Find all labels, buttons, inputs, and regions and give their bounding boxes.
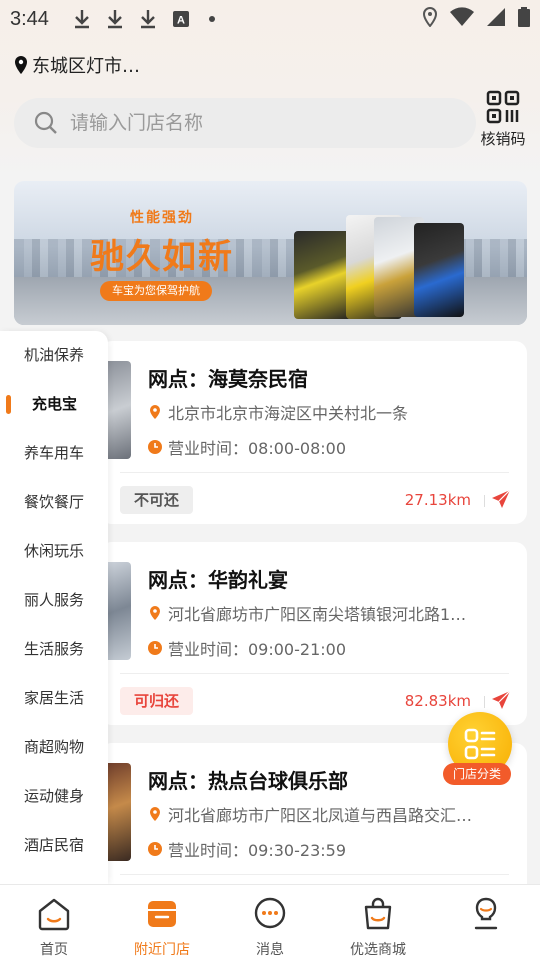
message-icon: [251, 895, 289, 933]
store-category-label[interactable]: 门店分类: [443, 763, 512, 785]
category-item-active[interactable]: 充电宝: [0, 380, 108, 429]
store-hours-text: 营业时间：09:00-21:00: [168, 640, 346, 659]
clock-icon: [148, 641, 162, 655]
download-icon: [104, 8, 126, 30]
a-box-icon: A: [170, 8, 192, 30]
category-item[interactable]: 家居生活: [0, 674, 108, 723]
store-address: 河北省廊坊市广阳区北凤道与西昌路交汇…: [148, 802, 508, 826]
tab-nearby-stores-label: 附近门店: [134, 942, 190, 958]
location-label: 东城区灯市…: [32, 56, 140, 77]
clock-icon: [148, 440, 162, 454]
store-name: 网点：华韵礼宴: [148, 568, 288, 592]
store-name: 网点：海莫奈民宿: [148, 367, 308, 391]
profile-icon: [467, 895, 505, 933]
store-distance: 27.13km: [404, 491, 471, 509]
category-item[interactable]: 生活服务: [0, 625, 108, 674]
category-item[interactable]: 餐饮餐厅: [0, 478, 108, 527]
return-status-badge: 不可还: [120, 486, 194, 514]
download-icon: [137, 8, 159, 30]
oil-can-image: [414, 223, 464, 317]
category-sidebar: 机油保养 充电宝 养车用车 餐饮餐厅 休闲玩乐 丽人服务 生活服务 家居生活 商…: [0, 331, 108, 884]
location-pin-icon: [150, 606, 160, 620]
qr-code-icon: [486, 90, 520, 124]
bottom-tab-bar: 首页 附近门店 消息 优选商城: [0, 884, 540, 960]
return-status-badge: 可归还: [120, 687, 194, 715]
distance-separator: [484, 696, 485, 708]
navigate-icon[interactable]: [491, 690, 511, 710]
wifi-icon: [450, 6, 474, 32]
category-item[interactable]: 养车用车: [0, 429, 108, 478]
category-item[interactable]: 商超购物: [0, 723, 108, 772]
verify-code-label: 核销码: [480, 130, 526, 148]
store-hours: 营业时间：09:00-21:00: [148, 636, 508, 660]
tab-mall-label: 优选商城: [350, 942, 406, 958]
store-card[interactable]: 网点：华韵礼宴 河北省廊坊市广阳区南尖塔镇银河北路1… 营业时间：09:00-2…: [100, 542, 527, 725]
card-divider: [120, 874, 509, 875]
tab-home-label: 首页: [40, 942, 68, 958]
category-item[interactable]: 休闲玩乐: [0, 527, 108, 576]
category-item[interactable]: 酒店民宿: [0, 821, 108, 870]
store-address-text: 河北省廊坊市广阳区南尖塔镇银河北路1…: [168, 605, 467, 624]
store-name: 网点：热点台球俱乐部: [148, 769, 348, 793]
store-address-text: 河北省廊坊市广阳区北凤道与西昌路交汇…: [168, 806, 473, 825]
verify-code-button[interactable]: 核销码: [476, 90, 530, 149]
download-icon: [71, 8, 93, 30]
svg-text:A: A: [177, 15, 185, 27]
store-address-text: 北京市北京市海淀区中关村北一条: [168, 404, 409, 423]
banner-tag: 性能强劲: [130, 210, 194, 226]
location-pin-icon: [150, 405, 160, 419]
location-icon: [422, 6, 438, 32]
home-icon: [35, 895, 73, 933]
oil-can-image: [294, 231, 352, 319]
card-divider: [120, 472, 509, 473]
location-selector[interactable]: 东城区灯市…: [14, 52, 140, 78]
banner-title: 驰久如新: [90, 237, 234, 277]
store-address: 北京市北京市海淀区中关村北一条: [148, 400, 508, 424]
tab-home[interactable]: 首页: [0, 885, 108, 960]
tab-nearby-stores[interactable]: 附近门店: [108, 885, 216, 960]
clock-icon: [148, 842, 162, 856]
category-item[interactable]: 运动健身: [0, 772, 108, 821]
category-grid-icon: [464, 728, 496, 760]
search-bar[interactable]: [14, 98, 476, 148]
store-hours: 营业时间：08:00-08:00: [148, 435, 508, 459]
tab-messages-label: 消息: [256, 942, 284, 958]
store-icon: [143, 895, 181, 933]
banner-slogan: 车宝为您保驾护航: [100, 281, 212, 301]
promo-banner[interactable]: 性能强劲 驰久如新 车宝为您保驾护航: [14, 181, 527, 325]
location-pin-icon: [15, 56, 27, 74]
status-time: 3:44: [10, 7, 49, 30]
store-hours: 营业时间：09:30-23:59: [148, 837, 508, 861]
tab-messages[interactable]: 消息: [216, 885, 324, 960]
search-input[interactable]: [70, 112, 430, 134]
card-divider: [120, 673, 509, 674]
store-hours-text: 营业时间：09:30-23:59: [168, 841, 346, 860]
search-icon: [34, 111, 57, 134]
signal-icon: [486, 7, 506, 32]
location-pin-icon: [150, 807, 160, 821]
store-card[interactable]: 网点：海莫奈民宿 北京市北京市海淀区中关村北一条 营业时间：08:00-08:0…: [100, 341, 527, 524]
tab-profile[interactable]: [432, 885, 540, 960]
battery-icon: [518, 6, 530, 32]
store-hours-text: 营业时间：08:00-08:00: [168, 439, 346, 458]
store-distance: 82.83km: [404, 692, 471, 710]
category-item[interactable]: 丽人服务: [0, 576, 108, 625]
distance-separator: [484, 495, 485, 507]
status-bar: 3:44 A: [0, 0, 540, 38]
dot-icon: [208, 16, 215, 22]
shopping-bag-icon: [359, 895, 397, 933]
navigate-icon[interactable]: [491, 489, 511, 509]
store-address: 河北省廊坊市广阳区南尖塔镇银河北路1…: [148, 601, 508, 625]
category-item[interactable]: 机油保养: [0, 331, 108, 380]
tab-mall[interactable]: 优选商城: [324, 885, 432, 960]
